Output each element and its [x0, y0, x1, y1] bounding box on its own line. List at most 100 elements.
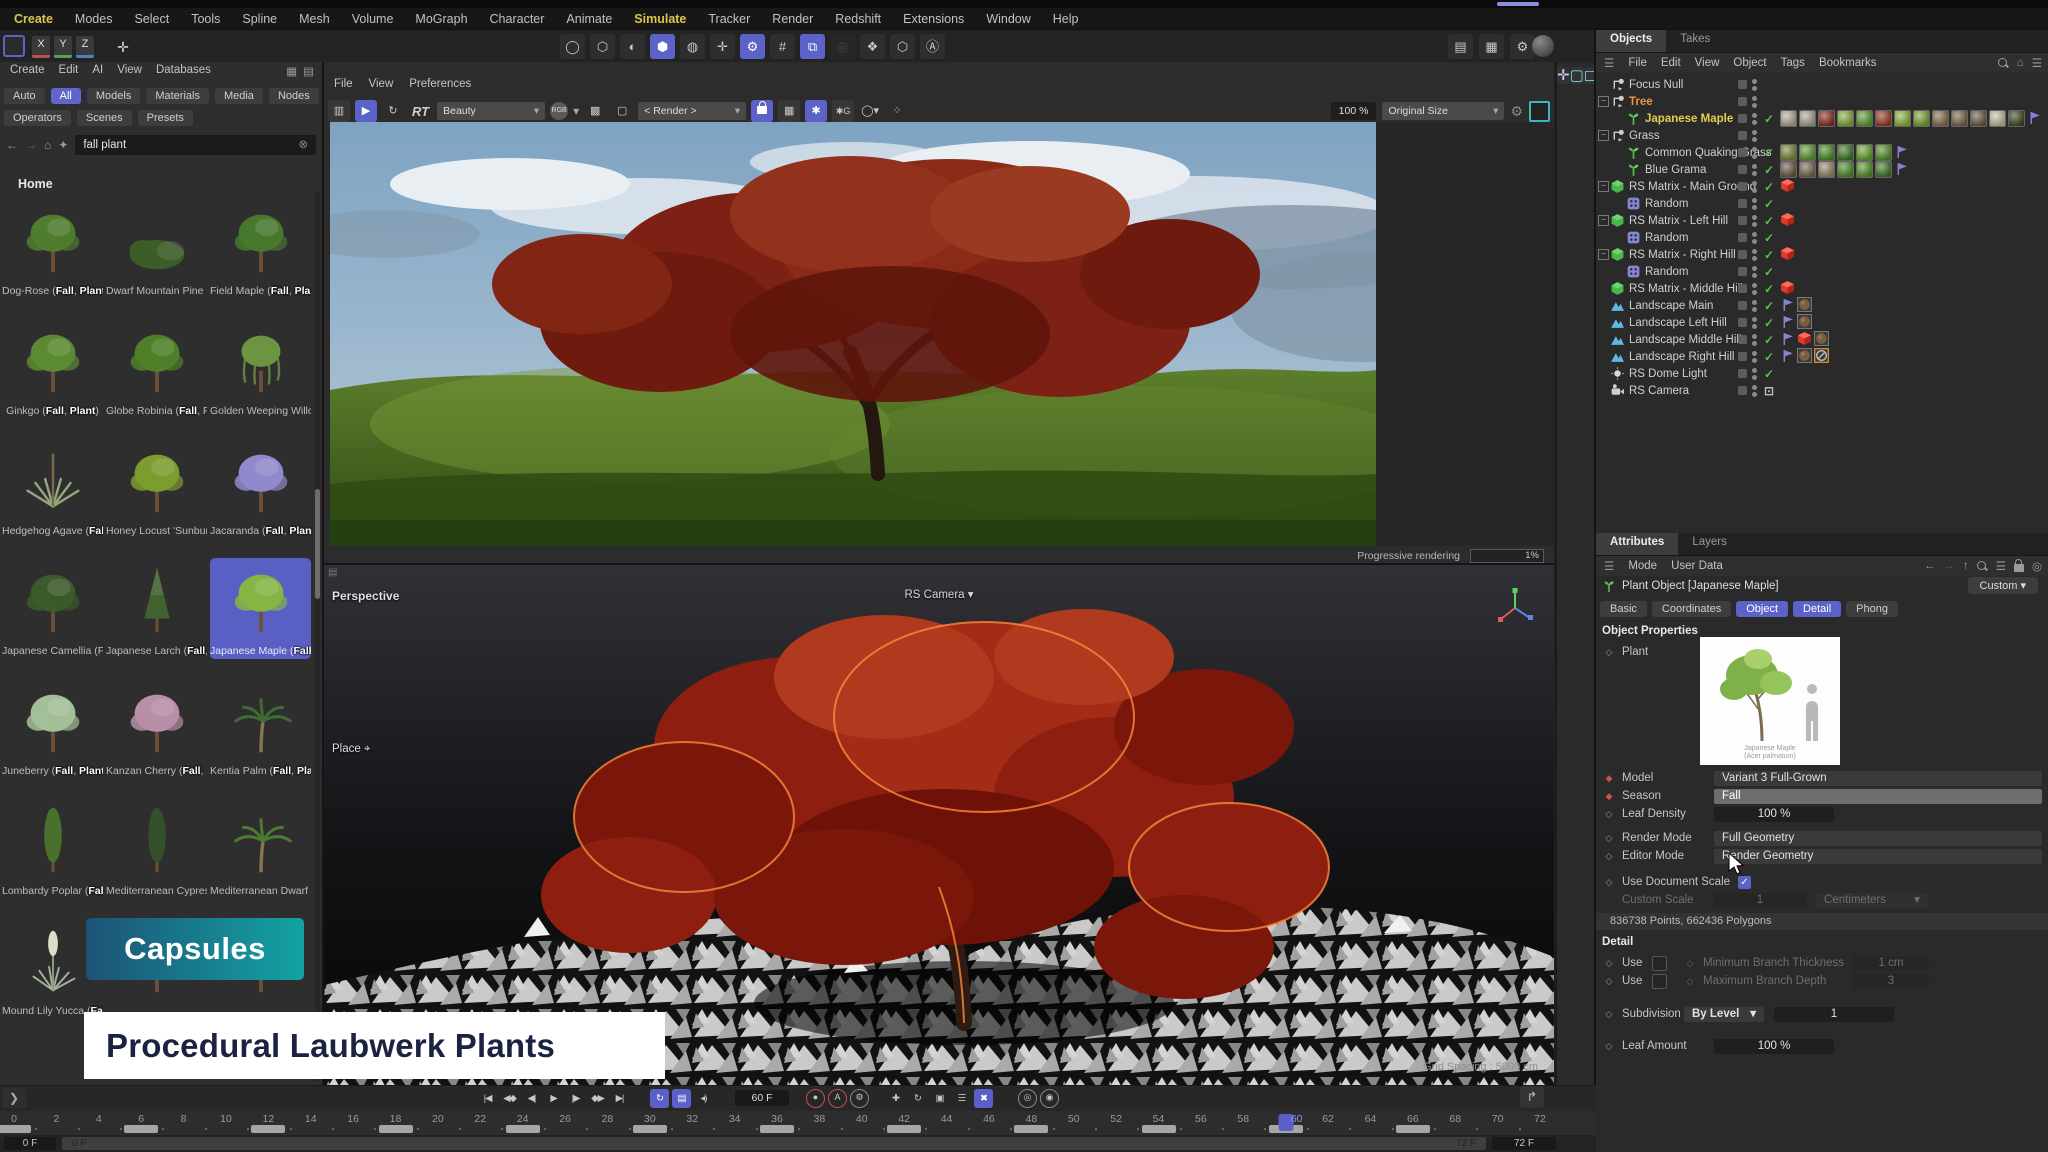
- tab-takes[interactable]: Takes: [1666, 30, 1724, 52]
- bucket-grid-icon[interactable]: ▦: [778, 100, 800, 122]
- material-swatch[interactable]: [1951, 110, 1968, 127]
- asset-search-input[interactable]: fall plant ⊗: [75, 135, 316, 155]
- goto-end-button[interactable]: ▶|: [610, 1089, 629, 1108]
- asset-item-field-maple[interactable]: Field Maple (Fall, Plant): [210, 198, 311, 299]
- interactive-render-icon[interactable]: [1532, 35, 1554, 57]
- camera-marker-icon[interactable]: ⊡: [1764, 384, 1774, 398]
- menu-tools[interactable]: Tools: [191, 12, 220, 26]
- divider[interactable]: [322, 62, 324, 1085]
- visibility-dots[interactable]: [1752, 147, 1757, 159]
- back-icon[interactable]: ←: [1924, 560, 1936, 572]
- enabled-check-icon[interactable]: ✓: [1764, 112, 1774, 126]
- object-row-blue-grama[interactable]: Blue Grama✓: [1596, 161, 2048, 178]
- object-row-random[interactable]: Random✓: [1596, 229, 2048, 246]
- filter-media[interactable]: Media: [215, 88, 263, 104]
- material-swatch[interactable]: [1837, 161, 1854, 178]
- keyframe-marker[interactable]: [124, 1125, 158, 1133]
- asset-item-dog-rose[interactable]: Dog-Rose (Fall, Plant): [2, 198, 103, 299]
- expand-toggle[interactable]: −: [1598, 96, 1609, 107]
- keyframe-marker[interactable]: [1014, 1125, 1048, 1133]
- filter-presets[interactable]: Presets: [138, 110, 193, 126]
- tab-objects[interactable]: Objects: [1596, 30, 1666, 52]
- asset-item-lombardy-poplar[interactable]: Lombardy Poplar (Fall...: [2, 798, 103, 899]
- filter-auto[interactable]: Auto: [4, 88, 45, 104]
- enabled-check-icon[interactable]: ✓: [1764, 197, 1774, 211]
- preset-select[interactable]: Custom ▾: [1968, 577, 2038, 594]
- layer-chip[interactable]: [1738, 131, 1747, 140]
- material-swatch[interactable]: [1799, 110, 1816, 127]
- menu-extensions[interactable]: Extensions: [903, 12, 964, 26]
- record-keyframe-button[interactable]: ●: [806, 1089, 825, 1108]
- keyframe-marker[interactable]: [760, 1125, 794, 1133]
- filter-materials[interactable]: Materials: [146, 88, 209, 104]
- visibility-dots[interactable]: [1752, 79, 1757, 91]
- filter-scenes[interactable]: Scenes: [77, 110, 132, 126]
- shading-lines-icon[interactable]: ⬡: [590, 34, 615, 59]
- keyframe-marker[interactable]: [506, 1125, 540, 1133]
- material-swatch[interactable]: [1875, 144, 1892, 161]
- range-end-field[interactable]: 72 F: [1492, 1137, 1556, 1150]
- plant-preview-thumbnail[interactable]: Japanese Maple (Acer palmatum): [1700, 637, 1840, 765]
- attr-tab-basic[interactable]: Basic: [1600, 601, 1647, 617]
- capsule-b-icon[interactable]: Ⓐ: [920, 34, 945, 59]
- shading-texture-icon[interactable]: ◍: [680, 34, 705, 59]
- add-null-tool[interactable]: ✛: [1557, 67, 1570, 84]
- menu-animate[interactable]: Animate: [566, 12, 612, 26]
- autokey-button[interactable]: A: [828, 1089, 847, 1108]
- tab-layers[interactable]: Layers: [1678, 533, 1741, 555]
- save-image-icon[interactable]: ▥: [328, 100, 350, 122]
- ab-menu-edit[interactable]: Edit: [59, 64, 79, 82]
- render-gear-icon[interactable]: ⚙: [1510, 103, 1523, 120]
- compare-icon[interactable]: ◯▾: [859, 100, 881, 122]
- material-swatch[interactable]: [1970, 110, 1987, 127]
- home-icon[interactable]: ⌂: [2017, 57, 2024, 69]
- om-menu-object[interactable]: Object: [1733, 57, 1766, 69]
- forward-icon[interactable]: →: [25, 138, 37, 152]
- loop-playback-button[interactable]: ↻: [650, 1089, 669, 1108]
- material-swatch[interactable]: [2008, 110, 2025, 127]
- object-row-landscape-left-hill[interactable]: Landscape Left Hill✓: [1596, 314, 2048, 331]
- visibility-dots[interactable]: [1752, 249, 1757, 261]
- character-tools-icon[interactable]: ✛: [710, 34, 735, 59]
- asset-item-juneberry[interactable]: Juneberry (Fall, Plant): [2, 678, 103, 779]
- key-scale-button[interactable]: ▣: [930, 1089, 949, 1108]
- material-swatch[interactable]: [1818, 144, 1835, 161]
- forward-icon[interactable]: →: [1943, 560, 1955, 572]
- expand-timeline-icon[interactable]: ❯: [2, 1088, 26, 1108]
- object-row-random[interactable]: Random✓: [1596, 195, 2048, 212]
- use-min-branch-checkbox[interactable]: [1652, 956, 1667, 971]
- key-rotation-button[interactable]: ↻: [908, 1089, 927, 1108]
- asset-item-japanese-camellia[interactable]: Japanese Camellia (Fal...: [2, 558, 103, 659]
- visibility-dots[interactable]: [1752, 232, 1757, 244]
- material-swatch[interactable]: [1837, 144, 1854, 161]
- ab-menu-view[interactable]: View: [117, 64, 142, 82]
- expand-toggle[interactable]: −: [1598, 215, 1609, 226]
- menu-create[interactable]: Create: [14, 12, 53, 26]
- material-swatch[interactable]: [1780, 110, 1797, 127]
- om-menu-edit[interactable]: Edit: [1661, 57, 1681, 69]
- layer-chip[interactable]: [1738, 335, 1747, 344]
- rs-tag-icon[interactable]: [1780, 280, 1795, 298]
- material-swatch[interactable]: [1875, 161, 1892, 178]
- object-row-grass[interactable]: −Grass: [1596, 127, 2048, 144]
- ab-menu-databases[interactable]: Databases: [156, 64, 211, 82]
- visibility-dots[interactable]: [1752, 113, 1757, 125]
- keyframe-marker[interactable]: [887, 1125, 921, 1133]
- ab-menu-ai[interactable]: AI: [92, 64, 103, 82]
- visibility-dots[interactable]: [1752, 351, 1757, 363]
- layer-chip[interactable]: [1738, 165, 1747, 174]
- tab-attributes[interactable]: Attributes: [1596, 533, 1678, 555]
- object-row-tree[interactable]: −Tree: [1596, 93, 2048, 110]
- attr-tab-coordinates[interactable]: Coordinates: [1652, 601, 1731, 617]
- next-frame-button[interactable]: |▶: [566, 1089, 585, 1108]
- noexport-tag-icon[interactable]: [1814, 348, 1829, 366]
- object-row-rs-dome-light[interactable]: RS Dome Light✓: [1596, 365, 2048, 382]
- lock-icon[interactable]: [2014, 564, 2024, 572]
- attr-menu-user-data[interactable]: User Data: [1671, 560, 1723, 572]
- custom-scale-field[interactable]: 1: [1714, 893, 1806, 908]
- enabled-check-icon[interactable]: ✓: [1764, 282, 1774, 296]
- editor-mode-select[interactable]: Render Geometry: [1714, 849, 2042, 864]
- expand-toggle[interactable]: −: [1598, 249, 1609, 260]
- filter-icon[interactable]: ☰: [1996, 559, 2006, 573]
- grid-icon[interactable]: #: [770, 34, 795, 59]
